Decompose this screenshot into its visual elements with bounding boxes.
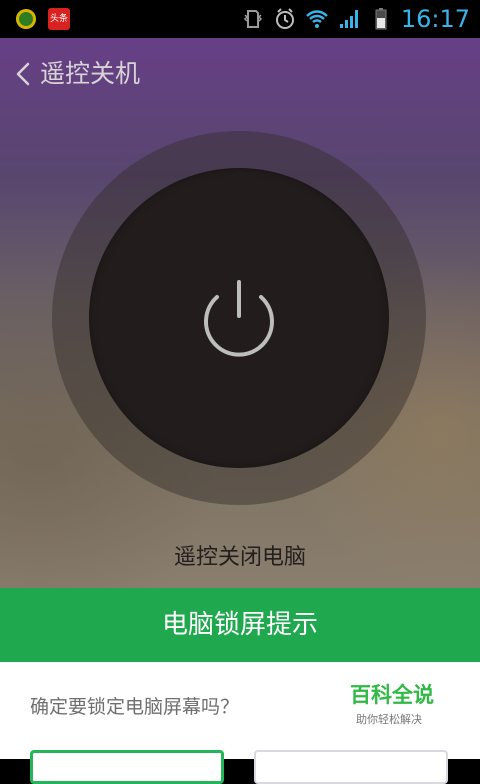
page-title: 遥控关机 [40, 59, 141, 88]
shutdown-caption: 遥控关闭电脑 [173, 545, 306, 570]
system-status-icons: 16:17 [241, 4, 470, 34]
cancel-button[interactable] [254, 750, 448, 784]
status-bar: 头条 16:17 [0, 0, 480, 38]
top-navigation[interactable]: 遥控关机 [12, 56, 140, 92]
clock: 16:17 [400, 5, 470, 33]
confirm-button[interactable] [30, 750, 224, 784]
power-icon[interactable] [192, 272, 286, 366]
remote-shutdown-screen: 遥控关机 遥控关闭电脑 [0, 38, 480, 588]
alarm-icon [275, 8, 294, 29]
battery-icon [375, 8, 387, 30]
vibrate-icon [243, 10, 262, 28]
notification-icons: 头条 [16, 8, 70, 30]
brand-name: 百科全说 [350, 683, 434, 707]
lock-screen-dialog: 电脑锁屏提示 确定要锁定电脑屏幕吗？ 百科全说 助你轻松解决 [0, 588, 480, 759]
news-app-icon: 头条 [48, 8, 70, 30]
app-dot-icon [16, 9, 36, 29]
signal-icon [339, 10, 358, 28]
wifi-icon [305, 10, 328, 28]
dialog-message: 确定要锁定电脑屏幕吗？ [30, 696, 240, 718]
dialog-title: 电脑锁屏提示 [0, 588, 480, 662]
brand-subtitle: 助你轻松解决 [356, 713, 422, 726]
chevron-left-icon[interactable] [12, 62, 36, 86]
